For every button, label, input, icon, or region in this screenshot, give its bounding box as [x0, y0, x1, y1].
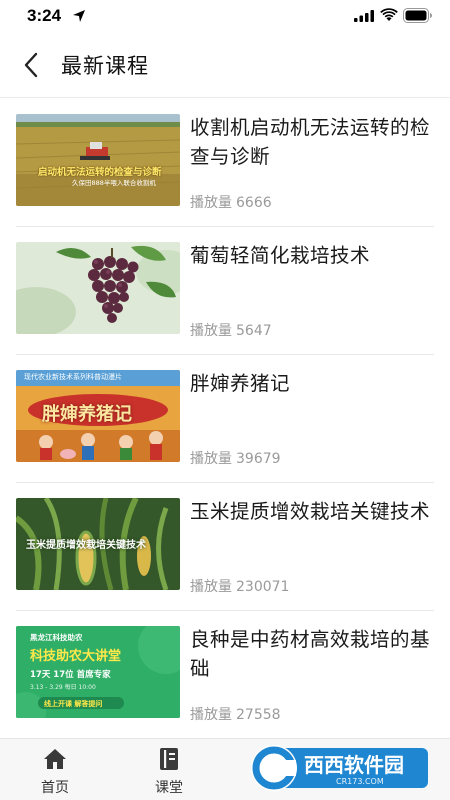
site-watermark-logo: 西西软件园 CR173.COM: [251, 745, 428, 791]
course-item-harvester[interactable]: 启动机无法运转的检查与诊断 久保田888半喂入联合收割机 收割机启动机无法运转的…: [0, 99, 450, 227]
thumbnail-footer: 线上开课 解答提问: [44, 700, 103, 708]
wifi-icon: [380, 8, 398, 21]
home-icon: [44, 749, 66, 769]
book-icon: [160, 748, 178, 770]
page-title: 最新课程: [61, 54, 149, 78]
play-count: 播放量 6666: [190, 195, 272, 211]
thumbnail-date: 3.13 - 3.29 每日 10:00: [30, 684, 96, 691]
tab-label: 首页: [41, 780, 69, 796]
grape-cluster-image: [16, 242, 180, 334]
course-title[interactable]: 良种是中药材高效栽培的基础: [190, 625, 434, 683]
tab-classroom[interactable]: 课堂: [124, 739, 214, 800]
play-count: 播放量 27558: [190, 707, 281, 723]
play-count: 播放量 5647: [190, 323, 272, 339]
course-thumbnail[interactable]: 启动机无法运转的检查与诊断 久保田888半喂入联合收割机: [16, 114, 180, 206]
course-thumbnail[interactable]: 黑龙江科技助农 科技助农大讲堂 17天 17位 首席专家 3.13 - 3.29…: [16, 626, 180, 718]
status-time: 3:24: [27, 6, 62, 25]
course-thumbnail[interactable]: [16, 242, 180, 334]
nav-bar: 最新课程: [0, 34, 450, 98]
cellular-signal-icon: [354, 10, 374, 22]
battery-icon: [403, 8, 432, 23]
thumbnail-subcaption: 久保田888半喂入联合收割机: [72, 179, 156, 187]
play-count: 播放量 39679: [190, 451, 281, 467]
location-arrow-icon: [73, 10, 85, 22]
harvester-field-image: [16, 114, 180, 206]
course-thumbnail[interactable]: 玉米提质增效栽培关键技术: [16, 498, 180, 590]
thumbnail-caption: 启动机无法运转的检查与诊断: [38, 167, 162, 178]
course-thumbnail[interactable]: 现代农业新技术系列科普动漫片 胖婶养猪记: [16, 370, 180, 462]
play-count: 播放量 230071: [190, 579, 290, 595]
tab-home[interactable]: 首页: [10, 739, 100, 800]
course-item-herb[interactable]: 黑龙江科技助农 科技助农大讲堂 17天 17位 首席专家 3.13 - 3.29…: [0, 611, 450, 739]
thumbnail-top-text: 黑龙江科技助农: [30, 633, 83, 642]
tab-label: 课堂: [155, 780, 183, 796]
svg-text:西西软件园: 西西软件园: [304, 753, 404, 777]
back-chevron-icon[interactable]: [20, 50, 42, 80]
thumbnail-caption: 胖婶养猪记: [42, 404, 132, 425]
thumbnail-caption: 科技助农大讲堂: [30, 649, 122, 664]
status-bar: 3:24: [0, 0, 450, 34]
course-title[interactable]: 葡萄轻简化栽培技术: [190, 241, 434, 270]
thumbnail-caption: 玉米提质增效栽培关键技术: [26, 540, 146, 551]
course-title[interactable]: 收割机启动机无法运转的检查与诊断: [190, 113, 434, 171]
course-item-pig[interactable]: 现代农业新技术系列科普动漫片 胖婶养猪记 胖婶养猪记 播放量 39679: [0, 355, 450, 483]
course-title[interactable]: 胖婶养猪记: [190, 369, 434, 398]
svg-text:CR173.COM: CR173.COM: [336, 777, 384, 786]
thumbnail-subcaption: 现代农业新技术系列科普动漫片: [24, 373, 122, 381]
course-item-grape[interactable]: 葡萄轻简化栽培技术 播放量 5647: [0, 227, 450, 355]
course-item-corn[interactable]: 玉米提质增效栽培关键技术 玉米提质增效栽培关键技术 播放量 230071: [0, 483, 450, 611]
thumbnail-subcaption: 17天 17位 首席专家: [30, 670, 111, 680]
course-title[interactable]: 玉米提质增效栽培关键技术: [190, 497, 434, 526]
